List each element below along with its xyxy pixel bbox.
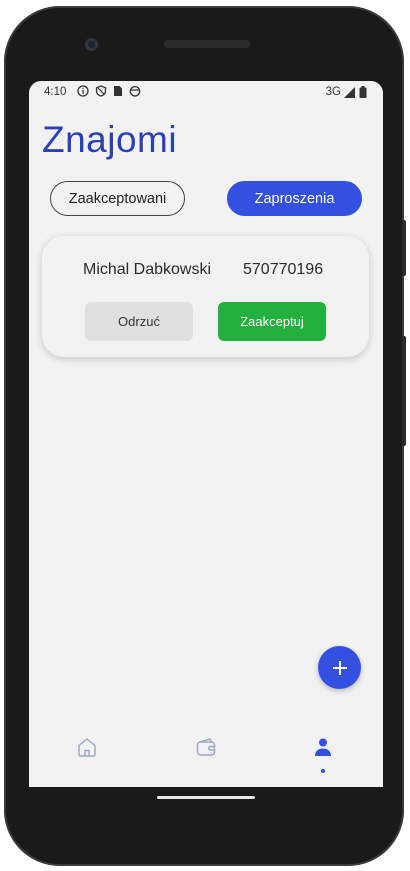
front-camera: [85, 38, 98, 51]
friend-phone: 570770196: [243, 261, 324, 278]
tab-invitations[interactable]: Zaproszenia: [227, 181, 362, 216]
friend-name: Michal Dabkowski: [83, 261, 212, 278]
add-friend-button[interactable]: [318, 646, 361, 689]
signal-icon: [344, 86, 355, 98]
nav-home[interactable]: [67, 736, 107, 776]
tab-accepted[interactable]: Zaakceptowani: [50, 181, 185, 216]
active-nav-indicator: [321, 769, 325, 773]
person-icon: [315, 738, 331, 756]
accept-button[interactable]: Zaakceptuj: [218, 302, 326, 341]
info-icon: [77, 85, 89, 97]
status-time: 4:10: [44, 86, 67, 98]
reject-button[interactable]: Odrzuć: [85, 302, 193, 341]
invitation-card: Michal Dabkowski 570770196 Odrzuć Zaakce…: [42, 236, 369, 357]
plus-icon: [332, 660, 347, 675]
home-icon: [78, 738, 96, 757]
power-button: [402, 220, 406, 276]
wallet-icon: [196, 738, 216, 756]
app-screen: 4:10 3G Znajomi Zaakceptowani Zaproszeni…: [29, 81, 383, 787]
sim-icon: [114, 86, 122, 96]
status-notification-icons: [77, 85, 141, 97]
face-icon: [129, 85, 141, 97]
battery-icon: [359, 86, 367, 98]
status-bar: 4:10 3G: [29, 81, 383, 103]
shield-icon: [95, 85, 107, 97]
earpiece-speaker: [164, 40, 250, 48]
page-title: Znajomi: [42, 119, 178, 160]
volume-button: [402, 336, 406, 446]
network-type: 3G: [325, 86, 341, 98]
status-system-icons: 3G: [326, 86, 367, 98]
phone-frame: 4:10 3G Znajomi Zaakceptowani Zaproszeni…: [4, 6, 406, 866]
nav-wallet[interactable]: [186, 736, 226, 776]
home-gesture-bar[interactable]: [157, 796, 255, 799]
